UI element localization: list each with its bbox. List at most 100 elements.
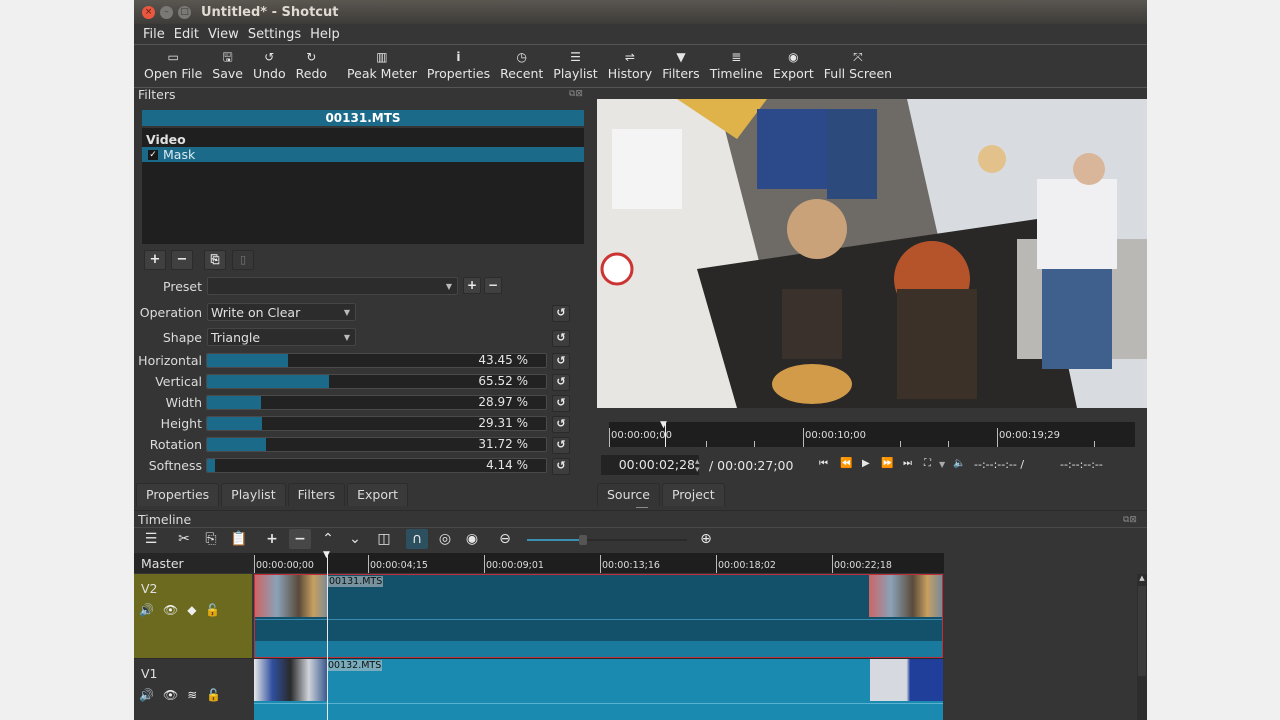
width-value[interactable]: 28.97 % <box>478 396 528 409</box>
mute-icon[interactable]: 🔊 <box>139 688 154 702</box>
properties-button[interactable]: i Properties <box>422 49 495 81</box>
filters-button[interactable]: ▼ Filters <box>657 49 704 81</box>
preset-combo[interactable]: ▼ <box>207 277 458 295</box>
close-window-button[interactable]: × <box>142 5 155 19</box>
skip-next-button[interactable]: ⏭ <box>903 458 912 469</box>
timeline-clip-v2[interactable]: 00131.MTS <box>254 574 943 658</box>
open-file-button[interactable]: ▭ Open File <box>139 49 207 81</box>
play-button[interactable]: ▶ <box>862 458 870 469</box>
delete-preset-button[interactable]: − <box>484 277 502 294</box>
zoom-in-icon[interactable]: ⊕ <box>697 529 715 549</box>
overwrite-icon[interactable]: ⌄ <box>346 529 364 549</box>
vertical-value[interactable]: 65.52 % <box>478 375 528 388</box>
redo-button[interactable]: ↻ Redo <box>291 49 332 81</box>
tab-filters[interactable]: Filters <box>287 483 346 506</box>
vertical-slider[interactable]: 65.52 % <box>206 374 547 389</box>
scroll-up-icon[interactable]: ▲ <box>1137 574 1147 582</box>
composite-icon[interactable]: ◆ <box>187 603 196 617</box>
height-slider[interactable]: 29.31 % <box>206 416 547 431</box>
timeline-playhead[interactable] <box>327 553 328 720</box>
shape-combo[interactable]: Triangle ▼ <box>207 328 356 346</box>
video-preview[interactable] <box>597 99 1147 408</box>
position-timecode-field[interactable]: 00:00:02;28 <box>601 455 699 475</box>
dock-float-close-buttons[interactable]: ⧉⊠ <box>569 89 583 99</box>
splitter-handle[interactable] <box>636 507 648 508</box>
history-button[interactable]: ⇌ History <box>603 49 657 81</box>
reset-operation-button[interactable]: ↺ <box>552 305 570 322</box>
skip-previous-button[interactable]: ⏮ <box>819 458 828 469</box>
timeline-ruler[interactable]: 00:00:00;00 00:00:04;15 00:00:09;01 00:0… <box>254 553 944 573</box>
menu-file[interactable]: File <box>143 27 165 42</box>
copy-icon[interactable]: ⎘ <box>202 529 220 549</box>
track-header-v2[interactable]: V2 🔊 👁 ◆ 🔓 <box>134 574 252 658</box>
cut-icon[interactable]: ✂ <box>175 529 193 549</box>
reset-width-button[interactable]: ↺ <box>552 395 570 412</box>
timeline-clip-v1[interactable]: 00132.MTS <box>254 659 943 720</box>
undo-button[interactable]: ↺ Undo <box>248 49 291 81</box>
timeline-vertical-scrollbar[interactable]: ▲ <box>1137 574 1147 720</box>
reset-horizontal-button[interactable]: ↺ <box>552 353 570 370</box>
export-button[interactable]: ◉ Export <box>768 49 819 81</box>
timeline-dock-buttons[interactable]: ⧉⊠ <box>1123 515 1137 525</box>
menu-help[interactable]: Help <box>310 27 340 42</box>
scrollbar-thumb[interactable] <box>1138 586 1146 676</box>
mute-icon[interactable]: 🔊 <box>139 603 154 617</box>
save-preset-button[interactable]: + <box>463 277 481 294</box>
rotation-slider[interactable]: 31.72 % <box>206 437 547 452</box>
zoom-slider-track[interactable] <box>527 535 687 545</box>
tab-source[interactable]: Source <box>597 483 660 506</box>
reset-vertical-button[interactable]: ↺ <box>552 374 570 391</box>
menu-view[interactable]: View <box>208 27 239 42</box>
volume-icon[interactable]: 🔈 <box>953 458 965 469</box>
timeline-menu-icon[interactable]: ☰ <box>143 529 159 549</box>
composite-layers-icon[interactable]: ≋ <box>187 688 197 702</box>
timeline-button[interactable]: ≣ Timeline <box>705 49 768 81</box>
menu-edit[interactable]: Edit <box>174 27 199 42</box>
height-value[interactable]: 29.31 % <box>478 417 528 430</box>
full-screen-button[interactable]: ⤧ Full Screen <box>819 49 897 81</box>
playlist-button[interactable]: ☰ Playlist <box>548 49 602 81</box>
zoom-slider-handle[interactable] <box>579 535 587 545</box>
operation-combo[interactable]: Write on Clear ▼ <box>207 303 356 321</box>
split-icon[interactable]: ◫ <box>374 529 394 549</box>
scrub-eye-icon[interactable]: ◎ <box>436 529 454 549</box>
zoom-dropdown-icon[interactable]: ▼ <box>939 460 945 469</box>
visibility-eye-icon[interactable]: 👁 <box>163 688 178 702</box>
paste-filter-button[interactable]: ▯ <box>232 250 254 270</box>
horizontal-slider[interactable]: 43.45 % <box>206 353 547 368</box>
rotation-value[interactable]: 31.72 % <box>478 438 528 451</box>
tab-playlist[interactable]: Playlist <box>221 483 286 506</box>
remove-icon[interactable]: − <box>289 529 311 549</box>
snap-magnet-icon[interactable]: ∩ <box>406 529 428 549</box>
maximize-window-button[interactable]: □ <box>178 5 191 19</box>
save-button[interactable]: 🖫 Save <box>207 49 248 81</box>
player-scrubber[interactable]: 00:00:00;00 00:00:10;00 00:00:19;29 ▼ <box>609 420 1135 447</box>
minimize-window-button[interactable]: – <box>160 5 173 19</box>
add-filter-button[interactable]: + <box>144 250 166 270</box>
menu-settings[interactable]: Settings <box>248 27 301 42</box>
filter-enabled-checkbox[interactable]: ✓ <box>148 149 158 160</box>
reset-height-button[interactable]: ↺ <box>552 416 570 433</box>
filter-item-mask[interactable]: ✓ Mask <box>142 147 584 162</box>
append-icon[interactable]: + <box>263 529 281 549</box>
rewind-button[interactable]: ⏪ <box>840 458 852 469</box>
track-header-v1[interactable]: V1 🔊 👁 ≋ 🔓 <box>134 659 252 720</box>
copy-filter-button[interactable]: ⎘ <box>204 250 226 270</box>
tab-properties[interactable]: Properties <box>136 483 220 506</box>
tab-export[interactable]: Export <box>347 483 409 506</box>
reset-softness-button[interactable]: ↺ <box>552 458 570 475</box>
reset-rotation-button[interactable]: ↺ <box>552 437 570 454</box>
remove-filter-button[interactable]: − <box>171 250 193 270</box>
lock-icon[interactable]: 🔓 <box>205 603 220 617</box>
zoom-out-icon[interactable]: ⊖ <box>496 529 514 549</box>
softness-value[interactable]: 4.14 % <box>486 459 528 472</box>
zoom-fit-button[interactable]: ⛶ <box>924 458 931 469</box>
width-slider[interactable]: 28.97 % <box>206 395 547 410</box>
recent-button[interactable]: ◷ Recent <box>495 49 548 81</box>
horizontal-value[interactable]: 43.45 % <box>478 354 528 367</box>
lock-icon[interactable]: 🔓 <box>206 688 221 702</box>
softness-slider[interactable]: 4.14 % <box>206 458 547 473</box>
ripple-target-icon[interactable]: ◉ <box>463 529 481 549</box>
timecode-spinner[interactable]: ▴ ▾ <box>695 458 700 475</box>
visibility-eye-icon[interactable]: 👁 <box>163 603 178 617</box>
